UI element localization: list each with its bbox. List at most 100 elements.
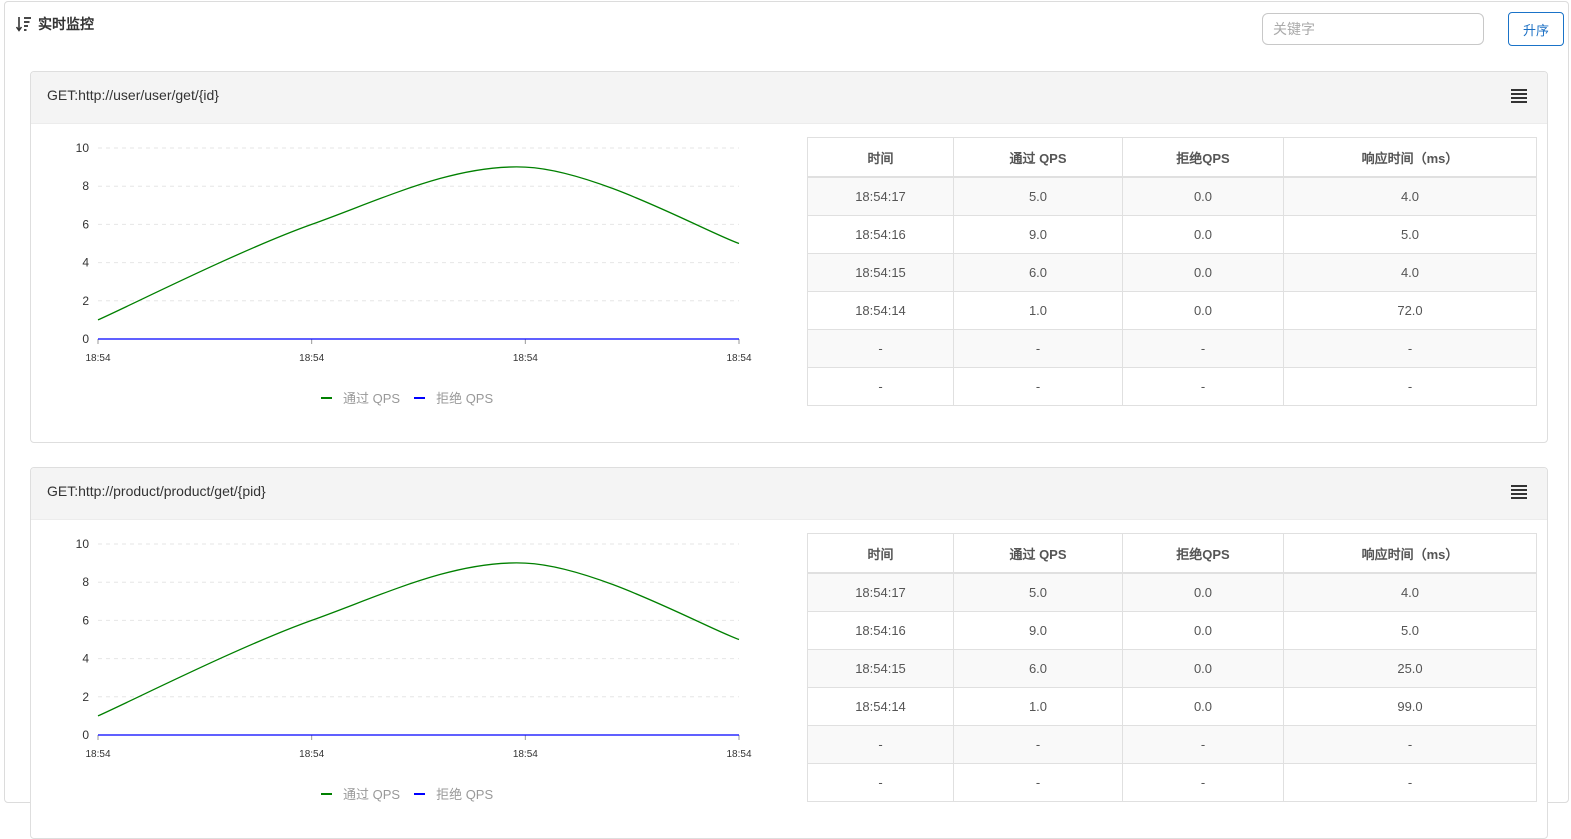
table-cell: 5.0 (1283, 215, 1537, 254)
table-cell: 0.0 (1122, 611, 1284, 650)
table-cell: - (1122, 763, 1284, 802)
table-cell: 0.0 (1122, 253, 1284, 292)
x-tick-label: 18:54 (85, 353, 110, 364)
x-tick-label: 18:54 (726, 353, 751, 364)
legend-label: 通过 QPS (343, 391, 401, 406)
column-header: 通过 QPS (953, 533, 1123, 574)
menu-icon[interactable] (1511, 88, 1527, 104)
table-cell: 99.0 (1283, 687, 1537, 726)
column-header: 拒绝QPS (1122, 533, 1284, 574)
y-tick-label: 10 (76, 141, 90, 155)
panel-header: GET:http://user/user/get/{id} (31, 72, 1547, 124)
column-header: 响应时间（ms） (1283, 137, 1537, 178)
table-cell: 0.0 (1122, 215, 1284, 254)
table-row: ---- (807, 725, 1537, 764)
table-cell: - (807, 329, 954, 368)
table-cell: - (953, 367, 1123, 406)
column-header: 时间 (807, 533, 954, 574)
x-tick-label: 18:54 (726, 749, 751, 760)
chart-legend: 通过 QPS 拒绝 QPS (321, 784, 507, 803)
table-cell: 1.0 (953, 687, 1123, 726)
table-cell: 18:54:14 (807, 291, 954, 330)
table-cell: 0.0 (1122, 687, 1284, 726)
table-row: 18:54:17 5.0 0.0 4.0 (807, 572, 1537, 612)
menu-icon[interactable] (1511, 484, 1527, 500)
table-cell: 18:54:16 (807, 215, 954, 254)
table-cell: 18:54:17 (807, 572, 954, 612)
x-tick-label: 18:54 (513, 749, 538, 760)
legend-swatch (321, 396, 332, 399)
table-row: 18:54:16 9.0 0.0 5.0 (807, 215, 1537, 254)
table-cell: 9.0 (953, 611, 1123, 650)
y-tick-label: 10 (76, 537, 90, 551)
table-cell: 5.0 (953, 572, 1123, 612)
legend-label: 通过 QPS (343, 787, 401, 802)
x-tick-label: 18:54 (513, 353, 538, 364)
legend-label: 拒绝 QPS (436, 391, 494, 406)
sort-descending-icon (16, 16, 31, 32)
legend-item[interactable]: 通过 QPS (321, 388, 400, 407)
table-header-row: 时间 通过 QPS 拒绝QPS 响应时间（ms） (807, 137, 1537, 178)
table-cell: 1.0 (953, 291, 1123, 330)
table-cell: 5.0 (953, 176, 1123, 216)
table-cell: 4.0 (1283, 253, 1537, 292)
table-row: ---- (807, 763, 1537, 802)
pass-qps-line (97, 166, 740, 321)
page-title: 实时监控 (38, 16, 94, 32)
rule-panel: GET:http://product/product/get/{pid} 0 2 4 6… (30, 467, 1548, 839)
table-row: 18:54:14 1.0 0.0 99.0 (807, 687, 1537, 726)
table-cell: 4.0 (1283, 572, 1537, 612)
y-tick-label: 2 (82, 690, 89, 704)
y-tick-label: 4 (82, 652, 89, 666)
table-cell: 6.0 (953, 253, 1123, 292)
table-row: 18:54:16 9.0 0.0 5.0 (807, 611, 1537, 650)
table-cell: - (807, 763, 954, 802)
table-cell: 18:54:15 (807, 253, 954, 292)
table-cell: - (953, 725, 1123, 764)
table-cell: 0.0 (1122, 291, 1284, 330)
y-tick-label: 2 (82, 294, 89, 308)
table-row: 18:54:15 6.0 0.0 25.0 (807, 649, 1537, 688)
table-cell: 18:54:16 (807, 611, 954, 650)
table-cell: - (1283, 725, 1537, 764)
table-cell: 9.0 (953, 215, 1123, 254)
table-header-row: 时间 通过 QPS 拒绝QPS 响应时间（ms） (807, 533, 1537, 574)
y-tick-label: 6 (82, 217, 89, 231)
table-row: 18:54:15 6.0 0.0 4.0 (807, 253, 1537, 292)
metrics-table: 时间 通过 QPS 拒绝QPS 响应时间（ms） 18:54:17 5.0 0.0 4.0 18… (807, 533, 1537, 802)
table-row: 18:54:17 5.0 0.0 4.0 (807, 176, 1537, 216)
table-cell: 72.0 (1283, 291, 1537, 330)
title-wrap: 实时监控 (16, 14, 94, 34)
table-cell: - (807, 725, 954, 764)
table-cell: 18:54:14 (807, 687, 954, 726)
x-tick-label: 18:54 (85, 749, 110, 760)
sort-ascending-button[interactable]: 升序 (1508, 12, 1564, 46)
page-header: 实时监控 升序 (0, 0, 1571, 60)
keyword-search-input[interactable] (1262, 13, 1484, 45)
table-cell: 5.0 (1283, 611, 1537, 650)
qps-line-chart: 0 2 4 6 8 10 18:54 18:54 18:54 18:54 (76, 141, 752, 364)
legend-item[interactable]: 拒绝 QPS (414, 388, 493, 407)
y-tick-label: 8 (82, 575, 89, 589)
y-tick-label: 8 (82, 179, 89, 193)
table-cell: - (953, 329, 1123, 368)
column-header: 时间 (807, 137, 954, 178)
column-header: 通过 QPS (953, 137, 1123, 178)
legend-swatch (414, 792, 426, 795)
table-cell: 0.0 (1122, 649, 1284, 688)
table-cell: - (1122, 367, 1284, 406)
table-cell: 4.0 (1283, 176, 1537, 216)
legend-label: 拒绝 QPS (436, 787, 494, 802)
table-row: ---- (807, 329, 1537, 368)
column-header: 响应时间（ms） (1283, 533, 1537, 574)
table-row: ---- (807, 367, 1537, 406)
legend-item[interactable]: 通过 QPS (321, 784, 400, 803)
table-cell: - (1122, 329, 1284, 368)
x-tick-label: 18:54 (299, 749, 324, 760)
table-row: 18:54:14 1.0 0.0 72.0 (807, 291, 1537, 330)
table-cell: - (1283, 763, 1537, 802)
panel-title: GET:http://product/product/get/{pid} (47, 483, 266, 499)
pass-qps-line (97, 562, 740, 717)
legend-item[interactable]: 拒绝 QPS (414, 784, 493, 803)
table-cell: - (953, 763, 1123, 802)
